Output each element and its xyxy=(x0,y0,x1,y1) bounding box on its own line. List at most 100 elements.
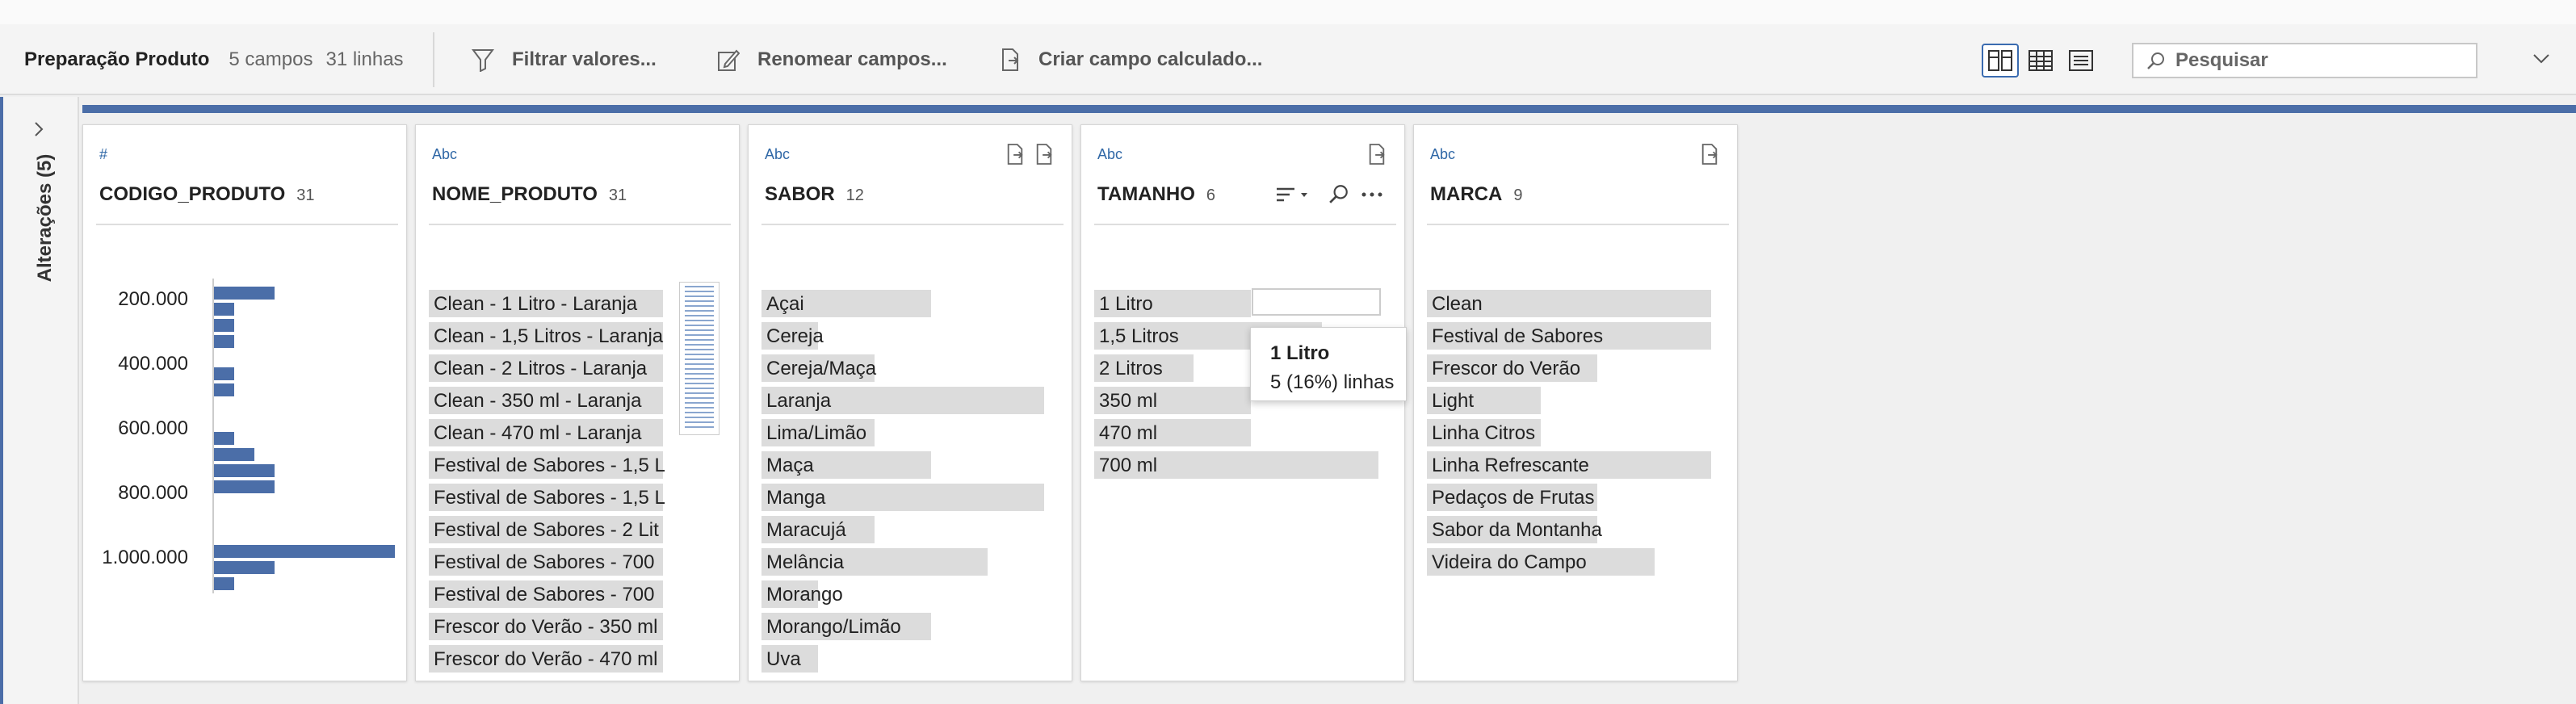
field-name[interactable]: TAMANHO 6 xyxy=(1097,183,1215,206)
histogram-bar[interactable] xyxy=(214,287,275,300)
value-label: Festival de Sabores - 700 xyxy=(434,584,655,606)
value-row[interactable]: Açai xyxy=(761,287,1052,319)
value-row[interactable]: Clean xyxy=(1427,287,1718,319)
rename-fields-button[interactable]: Renomear campos... xyxy=(717,24,947,95)
value-row[interactable]: Maça xyxy=(761,448,1052,480)
field-distinct-count: 31 xyxy=(608,186,627,204)
field-card-sabor[interactable]: Abc SABOR 12 Açai Cereja Cereja/Maça Laranja… xyxy=(748,124,1072,681)
value-row[interactable]: Festival de Sabores - 2 Lit xyxy=(429,513,679,545)
value-row[interactable]: Festival de Sabores xyxy=(1427,319,1718,351)
calculated-field-icon[interactable] xyxy=(1700,143,1719,166)
value-row[interactable]: Lima/Limão xyxy=(761,416,1052,448)
value-row[interactable]: Laranja xyxy=(761,383,1052,416)
card-divider xyxy=(1094,224,1396,225)
field-name[interactable]: NOME_PRODUTO 31 xyxy=(432,183,627,206)
value-row[interactable]: Manga xyxy=(761,480,1052,513)
window-top-strip xyxy=(0,0,2576,24)
chevron-right-icon xyxy=(35,122,44,136)
value-row[interactable]: Frescor do Verão xyxy=(1427,351,1718,383)
calculated-field-icon[interactable] xyxy=(1367,143,1387,166)
value-label: Lima/Limão xyxy=(766,422,867,444)
value-row[interactable]: Frescor do Verão - 350 ml xyxy=(429,610,679,642)
value-label: Clean - 350 ml - Laranja xyxy=(434,390,642,412)
value-row[interactable]: Videira do Campo xyxy=(1427,545,1718,577)
value-row[interactable]: Linha Refrescante xyxy=(1427,448,1718,480)
histogram-bar[interactable] xyxy=(214,319,234,332)
histogram-bar[interactable] xyxy=(214,367,234,380)
histogram-bar[interactable] xyxy=(214,480,275,493)
calculated-field-icon[interactable] xyxy=(1034,143,1054,166)
value-row[interactable]: Clean - 470 ml - Laranja xyxy=(429,416,679,448)
value-row[interactable]: Cereja xyxy=(761,319,1052,351)
string-type-icon: Abc xyxy=(1430,146,1456,162)
values-list: Clean - 1 Litro - Laranja Clean - 1,5 Lit… xyxy=(429,287,679,674)
value-row[interactable]: Morango xyxy=(761,577,1052,610)
value-row[interactable]: Clean - 2 Litros - Laranja xyxy=(429,351,679,383)
histogram-bar[interactable] xyxy=(214,545,395,558)
field-card-tamanho[interactable]: Abc TAMANHO 6 1 Litro 1,5 Litros 2 Litros 35… xyxy=(1080,124,1405,681)
value-row[interactable]: Maracujá xyxy=(761,513,1052,545)
search-input[interactable] xyxy=(2175,49,2466,72)
value-row[interactable]: Uva xyxy=(761,642,1052,674)
value-row[interactable]: 700 ml xyxy=(1094,448,1385,480)
value-row[interactable]: Melância xyxy=(761,545,1052,577)
list-view-button[interactable] xyxy=(2062,44,2100,78)
value-row[interactable]: Festival de Sabores - 1,5 L xyxy=(429,480,679,513)
value-row[interactable]: Festival de Sabores - 1,5 L xyxy=(429,448,679,480)
value-label: Festival de Sabores xyxy=(1432,325,1604,347)
profile-view-icon xyxy=(1988,50,2012,71)
histogram-bar[interactable] xyxy=(214,464,275,477)
value-label: 2 Litros xyxy=(1099,358,1163,379)
value-row[interactable]: Clean - 1 Litro - Laranja xyxy=(429,287,679,319)
histogram-bar[interactable] xyxy=(214,383,234,396)
create-calculated-field-button[interactable]: Criar campo calculado... xyxy=(1000,24,1262,95)
value-label: Light xyxy=(1432,390,1475,412)
field-card-marca[interactable]: Abc MARCA 9 Clean Festival de Sabores Fresc… xyxy=(1413,124,1738,681)
value-row[interactable]: Festival de Sabores - 700 xyxy=(429,545,679,577)
calculated-field-icon[interactable] xyxy=(1005,143,1025,166)
search-icon xyxy=(2147,52,2164,69)
value-label: Frescor do Verão - 350 ml xyxy=(434,616,658,638)
field-name[interactable]: MARCA 9 xyxy=(1430,183,1522,206)
search-box[interactable] xyxy=(2132,43,2477,78)
value-row[interactable]: Light xyxy=(1427,383,1718,416)
field-card-nome-produto[interactable]: Abc NOME_PRODUTO 31 Clean - 1 Litro - Lar… xyxy=(415,124,740,681)
value-row[interactable]: Sabor da Montanha xyxy=(1427,513,1718,545)
value-row[interactable]: Festival de Sabores - 700 xyxy=(429,577,679,610)
histogram-bar[interactable] xyxy=(214,561,275,574)
edit-icon xyxy=(718,49,740,71)
value-scrollbar[interactable] xyxy=(679,282,720,435)
value-row[interactable]: Pedaços de Frutas xyxy=(1427,480,1718,513)
value-row[interactable]: Linha Citros xyxy=(1427,416,1718,448)
collapse-toolbar-button[interactable] xyxy=(2531,48,2552,73)
histogram-bar[interactable] xyxy=(214,303,234,316)
expand-changes-button[interactable] xyxy=(31,119,47,143)
filter-values-button[interactable]: Filtrar valores... xyxy=(472,24,657,95)
value-row[interactable]: Morango/Limão xyxy=(761,610,1052,642)
value-row[interactable]: Clean - 350 ml - Laranja xyxy=(429,383,679,416)
rename-fields-label: Renomear campos... xyxy=(757,48,947,70)
value-row[interactable]: 470 ml xyxy=(1094,416,1385,448)
changes-label[interactable]: Alterações (5) xyxy=(34,154,57,283)
value-label: Festival de Sabores - 1,5 L xyxy=(434,455,665,476)
histogram-bar[interactable] xyxy=(214,432,234,445)
value-label: Manga xyxy=(766,487,826,509)
value-row[interactable]: Frescor do Verão - 470 ml xyxy=(429,642,679,674)
value-row[interactable]: Cereja/Maça xyxy=(761,351,1052,383)
value-tooltip: 1 Litro 5 (16%) linhas xyxy=(1250,327,1407,401)
histogram-bar[interactable] xyxy=(214,448,254,461)
field-distinct-count: 9 xyxy=(1513,186,1523,204)
histogram-bar[interactable] xyxy=(214,577,234,590)
scrollbar-thumb[interactable] xyxy=(685,286,714,431)
profile-view-button[interactable] xyxy=(1982,44,2019,78)
sort-icon[interactable] xyxy=(1275,185,1311,204)
more-options-icon[interactable] xyxy=(1361,191,1383,198)
value-row[interactable]: Clean - 1,5 Litros - Laranja xyxy=(429,319,679,351)
histogram-bar[interactable] xyxy=(214,335,234,348)
field-name[interactable]: SABOR 12 xyxy=(765,183,864,206)
search-icon[interactable] xyxy=(1328,183,1349,204)
string-type-icon: Abc xyxy=(765,146,791,162)
table-view-button[interactable] xyxy=(2022,44,2059,78)
field-card-codigo-produto[interactable]: # CODIGO_PRODUTO 31 200.000 400.000 600.000… xyxy=(82,124,407,681)
calculated-field-icon xyxy=(1002,48,1019,71)
